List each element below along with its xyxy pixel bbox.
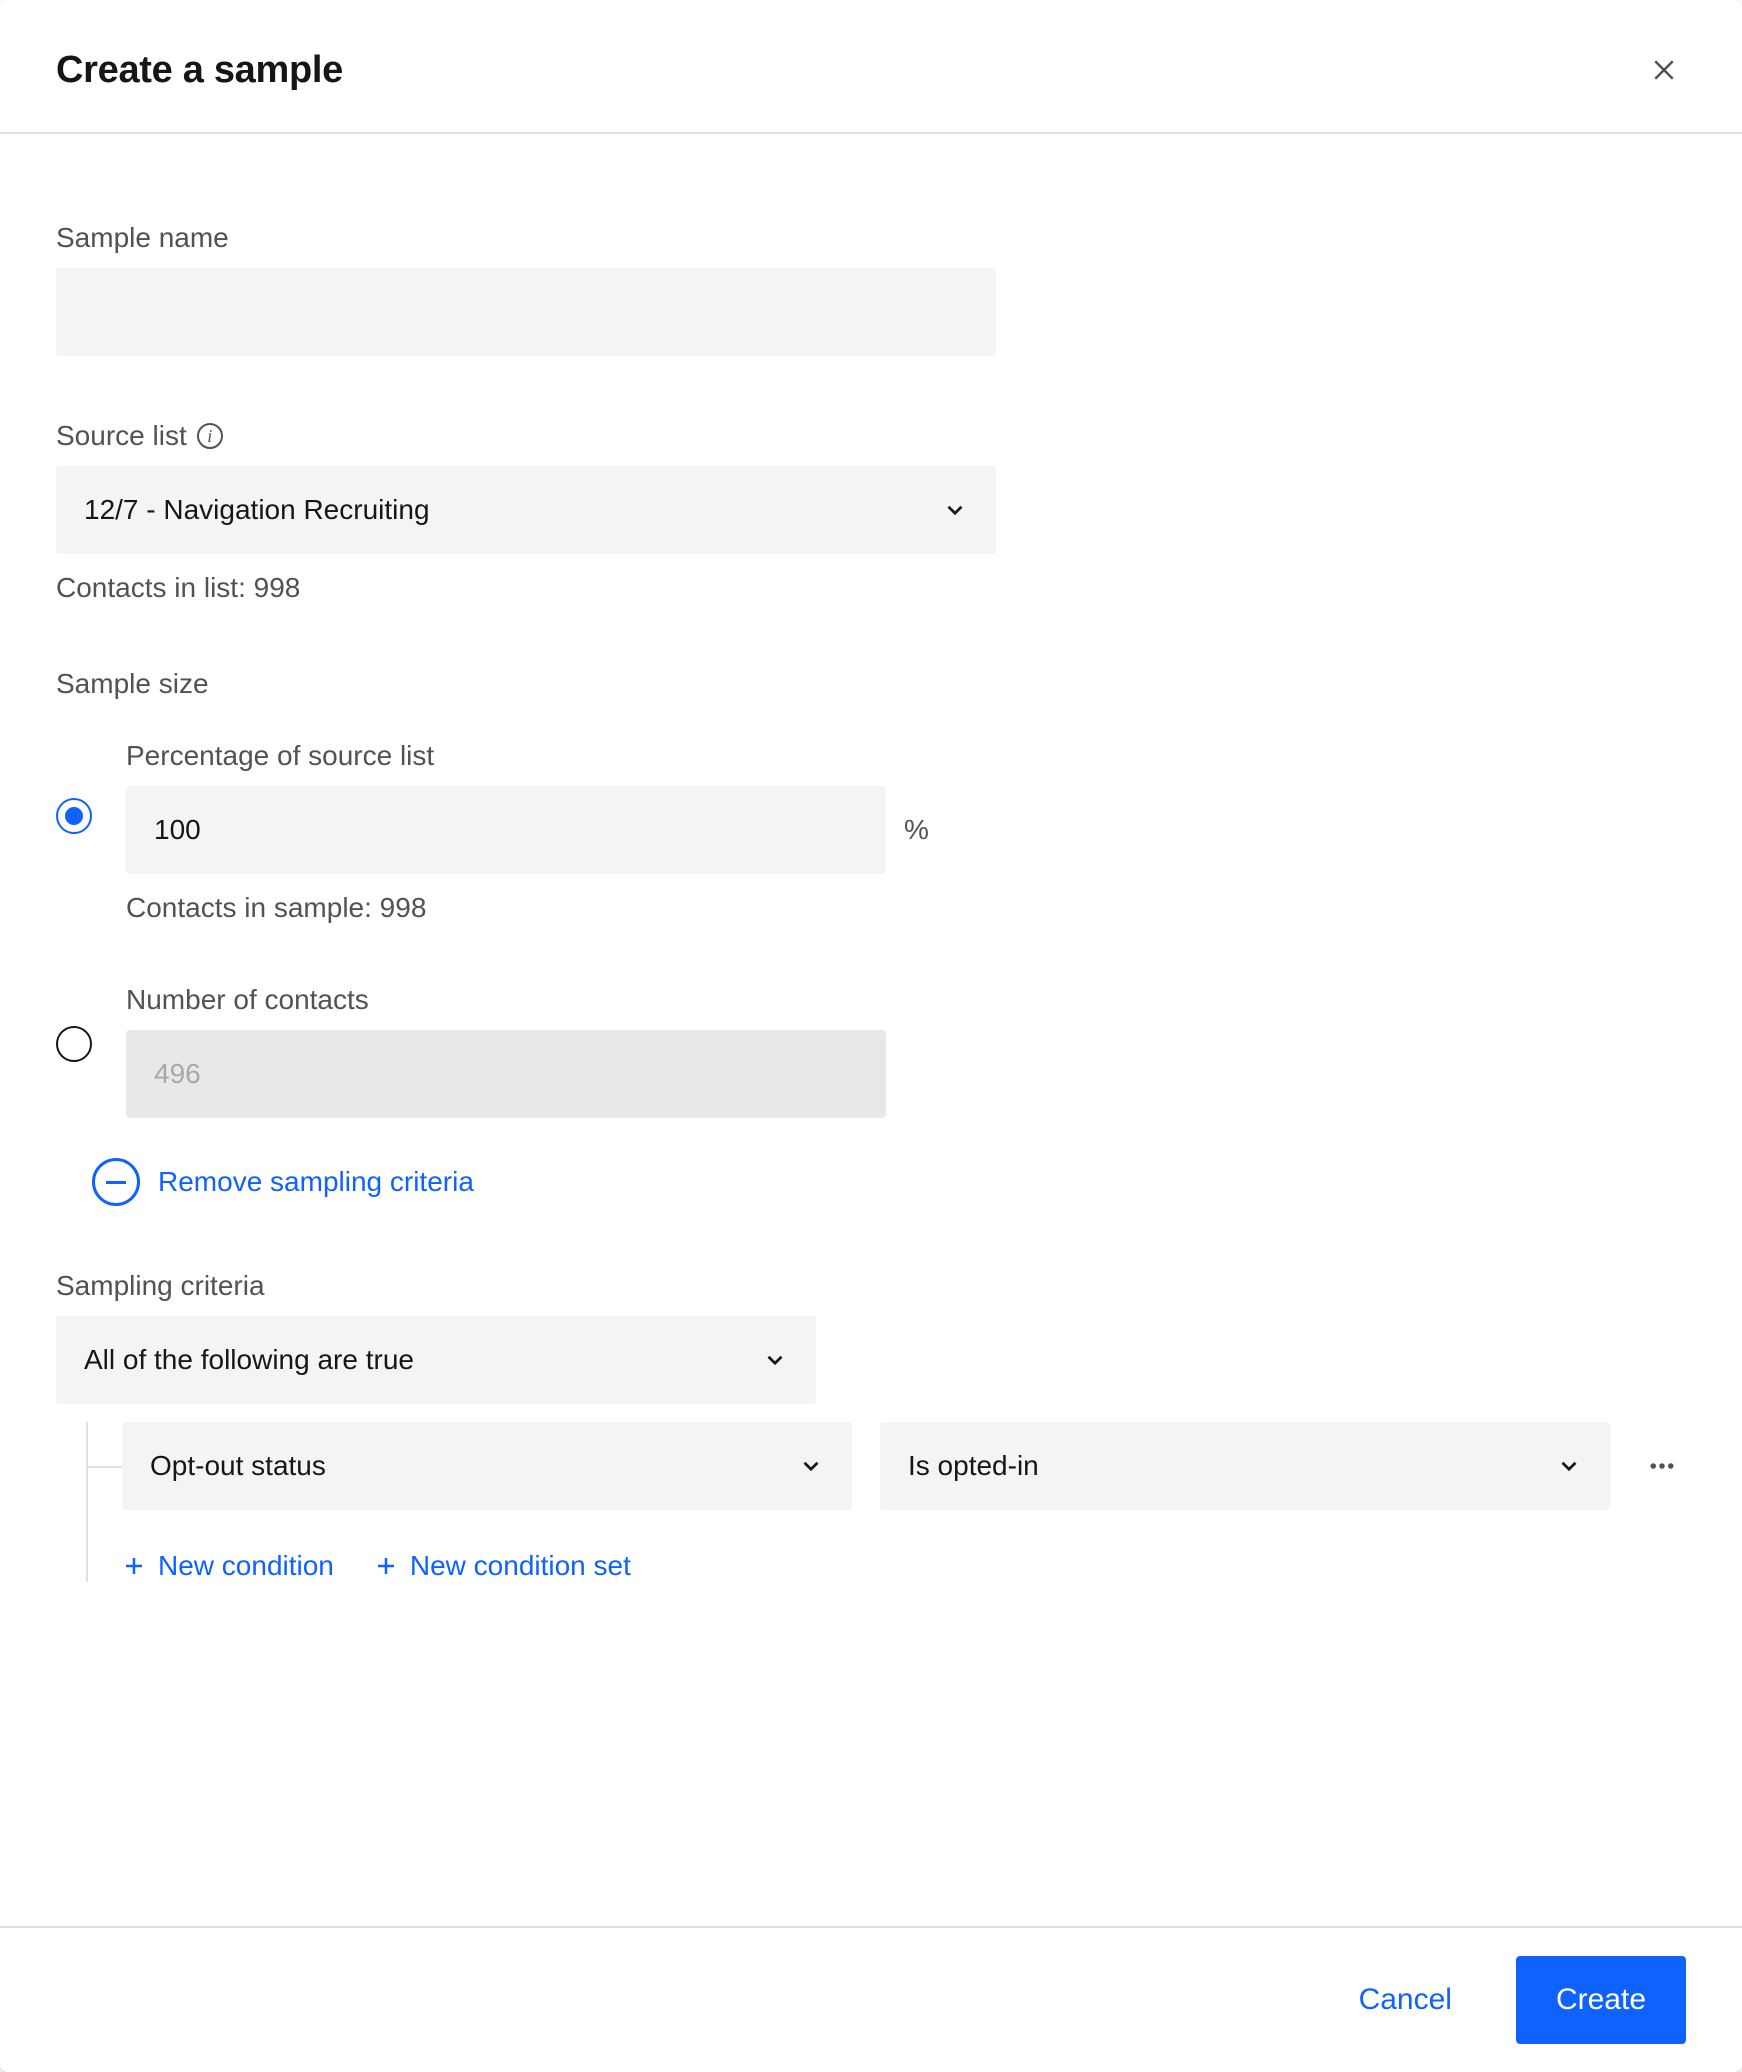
percentage-input[interactable]	[126, 786, 886, 874]
sample-size-label: Sample size	[56, 668, 996, 700]
condition-attribute-value: Opt-out status	[150, 1450, 326, 1482]
info-icon[interactable]: i	[197, 423, 223, 449]
close-button[interactable]	[1642, 48, 1686, 92]
criteria-tree: Opt-out status Is opted-in	[56, 1422, 1686, 1582]
condition-row: Opt-out status Is opted-in	[56, 1422, 1686, 1510]
percentage-option: Percentage of source list % Contacts in …	[56, 740, 996, 924]
remove-criteria-button[interactable]: Remove sampling criteria	[56, 1158, 996, 1206]
overflow-icon	[1647, 1451, 1677, 1481]
number-option: Number of contacts	[56, 984, 996, 1118]
chevron-down-icon	[942, 497, 968, 523]
number-label: Number of contacts	[126, 984, 946, 1016]
dialog-title: Create a sample	[56, 49, 343, 92]
dialog-body: Sample name Source list i 12/7 - Navigat…	[0, 134, 1742, 1926]
chevron-down-icon	[798, 1453, 824, 1479]
percentage-radio[interactable]	[56, 798, 92, 834]
contacts-in-sample-count: 998	[380, 892, 427, 923]
source-list-helper: Contacts in list: 998	[56, 572, 996, 604]
sample-name-group: Sample name	[56, 222, 996, 356]
new-condition-button[interactable]: New condition	[122, 1550, 334, 1582]
criteria-logic-select[interactable]: All of the following are true	[56, 1316, 816, 1404]
plus-icon	[122, 1554, 146, 1578]
source-list-group: Source list i 12/7 - Navigation Recruiti…	[56, 420, 996, 604]
percentage-label: Percentage of source list	[126, 740, 946, 772]
new-condition-label: New condition	[158, 1550, 334, 1582]
percent-unit: %	[904, 814, 929, 846]
new-condition-set-label: New condition set	[410, 1550, 631, 1582]
create-button[interactable]: Create	[1516, 1956, 1686, 2044]
sample-name-label: Sample name	[56, 222, 996, 254]
condition-overflow-menu[interactable]	[1638, 1442, 1686, 1490]
percentage-helper: Contacts in sample: 998	[126, 892, 946, 924]
dialog-header: Create a sample	[0, 0, 1742, 134]
contacts-in-list-prefix: Contacts in list:	[56, 572, 254, 603]
number-content: Number of contacts	[126, 984, 946, 1118]
percentage-content: Percentage of source list % Contacts in …	[126, 740, 946, 924]
condition-value-value: Is opted-in	[908, 1450, 1039, 1482]
criteria-block: Sampling criteria All of the following a…	[56, 1270, 1686, 1582]
criteria-actions: New condition New condition set	[56, 1550, 1686, 1582]
condition-attribute-select[interactable]: Opt-out status	[122, 1422, 852, 1510]
contacts-in-list-count: 998	[254, 572, 301, 603]
cancel-button[interactable]: Cancel	[1319, 1956, 1492, 2044]
criteria-logic-value: All of the following are true	[84, 1344, 414, 1376]
percentage-input-row: %	[126, 786, 946, 874]
chevron-down-icon	[762, 1347, 788, 1373]
close-icon	[1649, 55, 1679, 85]
dialog-footer: Cancel Create	[0, 1926, 1742, 2072]
number-radio[interactable]	[56, 1026, 92, 1062]
source-list-label: Source list i	[56, 420, 996, 452]
new-condition-set-button[interactable]: New condition set	[374, 1550, 631, 1582]
circle-minus-icon	[92, 1158, 140, 1206]
source-list-value: 12/7 - Navigation Recruiting	[84, 494, 430, 526]
source-list-label-text: Source list	[56, 420, 187, 452]
chevron-down-icon	[1556, 1453, 1582, 1479]
source-list-select[interactable]: 12/7 - Navigation Recruiting	[56, 466, 996, 554]
create-sample-dialog: Create a sample Sample name Source list …	[0, 0, 1742, 2072]
plus-icon	[374, 1554, 398, 1578]
sample-name-input[interactable]	[56, 268, 996, 356]
remove-criteria-label: Remove sampling criteria	[158, 1166, 474, 1198]
number-input	[126, 1030, 886, 1118]
condition-value-select[interactable]: Is opted-in	[880, 1422, 1610, 1510]
contacts-in-sample-prefix: Contacts in sample:	[126, 892, 380, 923]
sample-size-group: Sample size Percentage of source list % …	[56, 668, 996, 1206]
criteria-label: Sampling criteria	[56, 1270, 1686, 1302]
